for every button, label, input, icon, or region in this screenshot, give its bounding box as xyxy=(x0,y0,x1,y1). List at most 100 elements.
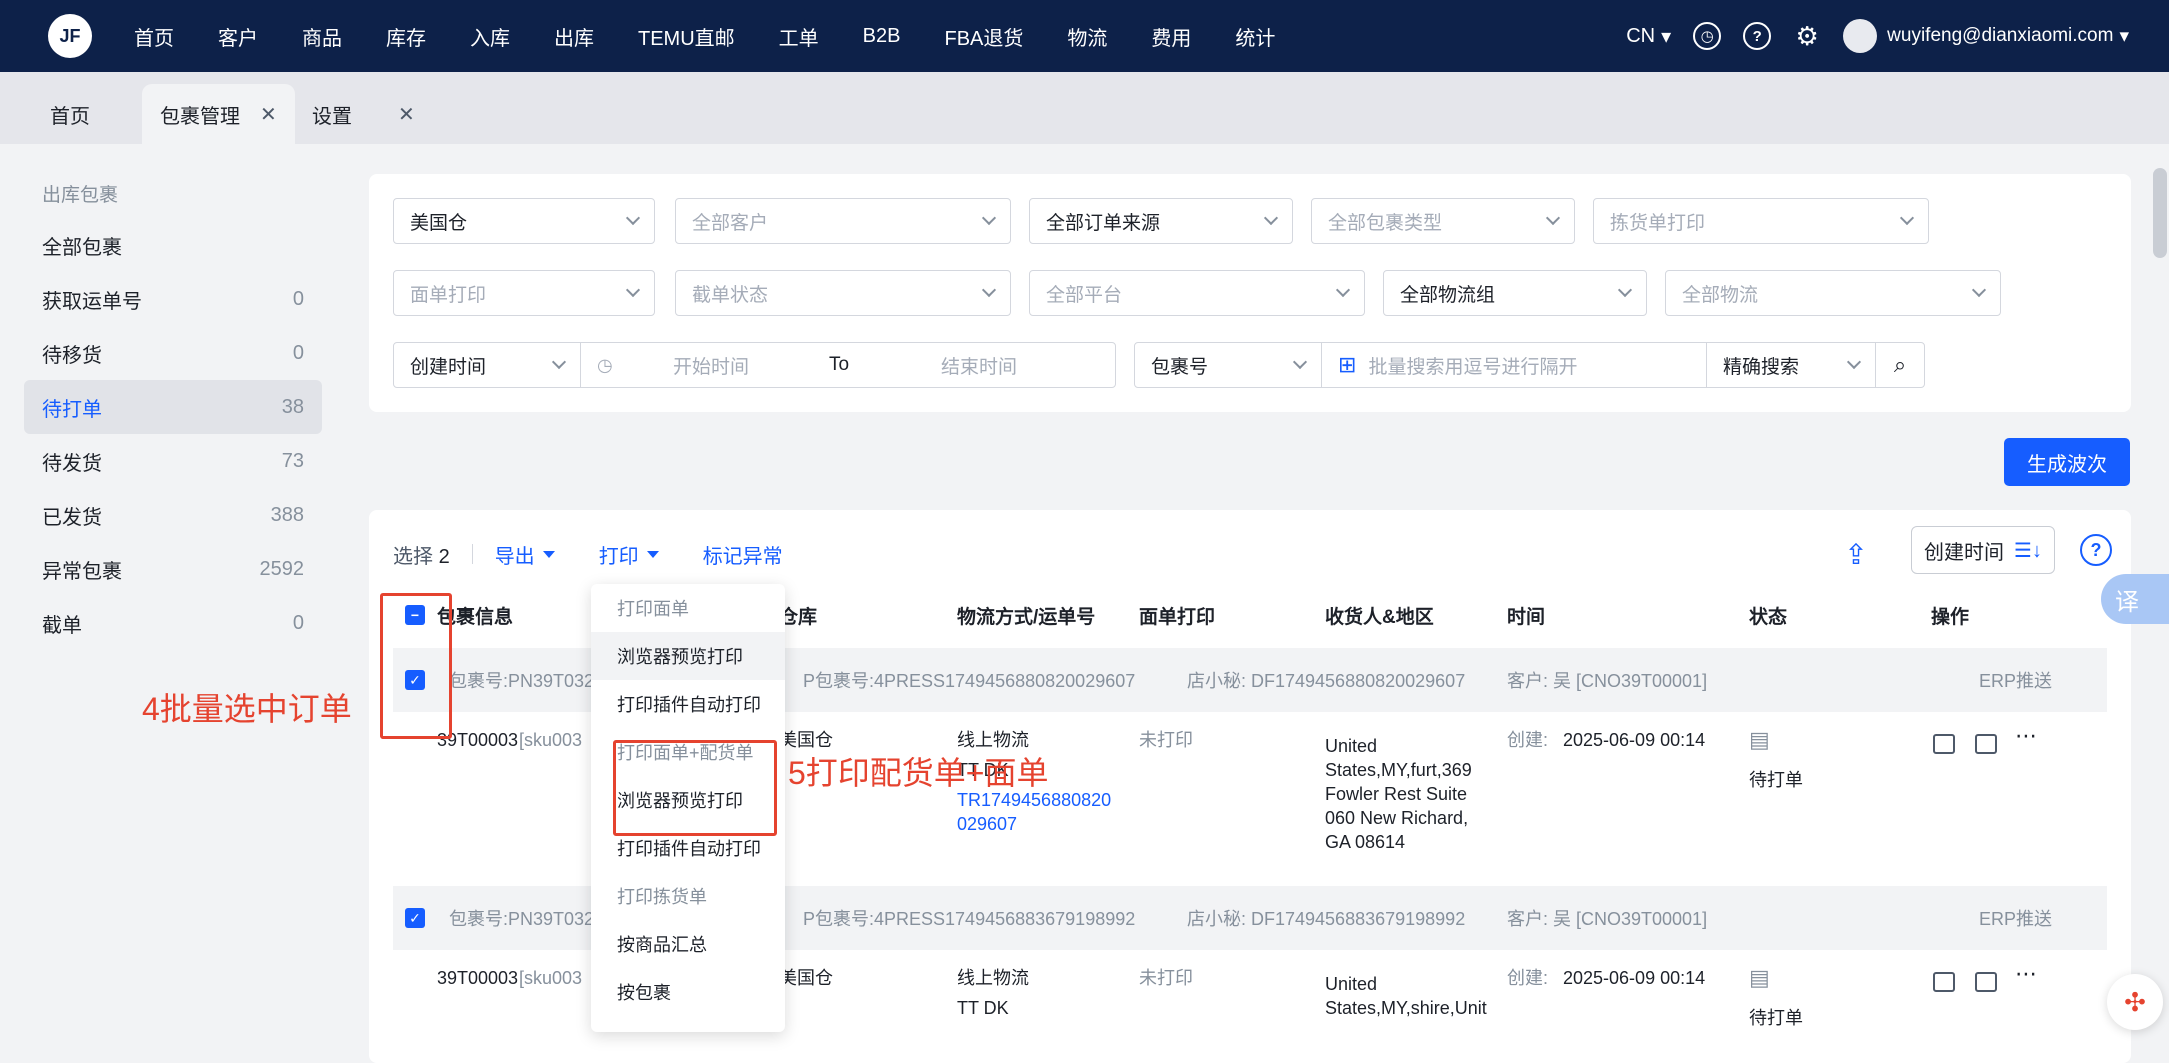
tab-label: 首页 xyxy=(50,105,90,128)
more-icon[interactable]: ⋯ xyxy=(2015,962,2037,986)
sidebar-item-to-move[interactable]: 待移货 0 xyxy=(24,326,322,380)
tab-settings[interactable]: 设置 ✕ xyxy=(312,84,415,144)
print-icon[interactable] xyxy=(1933,972,1955,992)
nav-inventory[interactable]: 库存 xyxy=(386,0,426,72)
nav-fees[interactable]: 费用 xyxy=(1151,0,1191,72)
chevron-down-icon xyxy=(981,282,997,298)
platform-select[interactable]: 全部平台 xyxy=(1029,270,1365,316)
avatar[interactable] xyxy=(1843,19,1878,53)
sidebar-item-intercepted[interactable]: 截单 0 xyxy=(24,596,322,650)
menu-item-by-package[interactable]: 按包裹 xyxy=(591,968,785,1016)
user-menu[interactable]: wuyifeng@dianxiaomi.com ▾ xyxy=(1887,25,2129,48)
sku-name: [sku003 xyxy=(519,968,583,988)
annotation-step5: 5打印配货单+面单 xyxy=(788,755,1049,791)
nav-products[interactable]: 商品 xyxy=(302,0,342,72)
date-range-picker[interactable]: ◷ 开始时间 To 结束时间 xyxy=(580,342,1116,388)
menu-item-plugin-auto-print[interactable]: 打印插件自动打印 xyxy=(591,680,785,728)
language-switcher[interactable]: CN ▾ xyxy=(1626,24,1671,49)
sidebar-item-count: 0 xyxy=(292,287,304,310)
nav-temu[interactable]: TEMU直邮 xyxy=(638,0,735,72)
nav-work-order[interactable]: 工单 xyxy=(779,0,819,72)
page-scrollbar[interactable] xyxy=(2153,168,2167,258)
nav-customers[interactable]: 客户 xyxy=(218,0,258,72)
table-toolbar: 选择 2 导出 打印 标记异常 xyxy=(393,534,827,574)
sidebar-item-to-print[interactable]: 待打单 38 xyxy=(24,380,322,434)
recipient-address: United States,MY,shire,Unit xyxy=(1325,974,1487,1018)
print-label: 打印 xyxy=(598,545,639,568)
assistant-fab-icon[interactable]: ✣ xyxy=(2107,974,2163,1030)
menu-item-by-product[interactable]: 按商品汇总 xyxy=(591,920,785,968)
close-icon[interactable]: ✕ xyxy=(398,102,415,127)
annotation-step4: 4批量选中订单 xyxy=(142,691,352,727)
logistics-select[interactable]: 全部物流 xyxy=(1665,270,2001,316)
help-icon[interactable]: ? xyxy=(2080,534,2112,566)
nav-home[interactable]: 首页 xyxy=(134,0,174,72)
sidebar-item-shipped[interactable]: 已发货 388 xyxy=(24,488,322,542)
tracking-number-link[interactable]: TR1749456880820029607 xyxy=(957,788,1117,836)
clock-icon[interactable]: ◷ xyxy=(1693,22,1722,50)
end-time-input[interactable]: 结束时间 xyxy=(941,352,1017,379)
batch-search-input[interactable]: ⊞ 批量搜索用逗号进行隔开 xyxy=(1321,342,1707,388)
sidebar-item-all[interactable]: 全部包裹 xyxy=(24,218,322,272)
sidebar-item-label: 已发货 xyxy=(42,506,102,529)
tab-bar: 首页 包裹管理 ✕ 设置 ✕ xyxy=(0,72,2169,144)
sidebar-item-to-ship[interactable]: 待发货 73 xyxy=(24,434,322,488)
search-button[interactable]: ⌕ xyxy=(1875,342,1925,388)
time-type-select[interactable]: 创建时间 xyxy=(393,342,581,388)
package-number: 包裹号:PN39T032 xyxy=(449,909,595,929)
package-icon[interactable] xyxy=(1975,972,1997,992)
package-icon[interactable] xyxy=(1975,734,1997,754)
label-print-select[interactable]: 面单打印 xyxy=(393,270,655,316)
nav-b2b[interactable]: B2B xyxy=(863,0,901,72)
customer-select[interactable]: 全部客户 xyxy=(675,198,1011,244)
sku-code: 39T00003 xyxy=(437,968,519,988)
wh-package-number: P包裹号:4PRESS1749456883679198992 xyxy=(803,909,1136,929)
pick-list-print-select[interactable]: 拣货单打印 xyxy=(1593,198,1929,244)
gear-icon[interactable]: ⚙ xyxy=(1793,21,1821,51)
menu-item-browser-preview[interactable]: 浏览器预览打印 xyxy=(591,632,785,680)
menu-group-label: 打印面单 xyxy=(617,599,689,619)
sidebar-item-get-tracking[interactable]: 获取运单号 0 xyxy=(24,272,322,326)
nav-logistics[interactable]: 物流 xyxy=(1067,0,1107,72)
sidebar-item-count: 2592 xyxy=(259,557,305,580)
nav-fba-return[interactable]: FBA退货 xyxy=(944,0,1023,72)
sort-button[interactable]: 创建时间 ☰↓ xyxy=(1911,526,2055,574)
nav-outbound[interactable]: 出库 xyxy=(554,0,594,72)
logistics-type: 线上物流 xyxy=(957,968,1029,988)
close-icon[interactable]: ✕ xyxy=(260,102,277,127)
logistics-group-select[interactable]: 全部物流组 xyxy=(1383,270,1647,316)
sidebar-item-label: 待打单 xyxy=(42,398,102,421)
translate-widget[interactable]: 译 xyxy=(2101,574,2169,624)
sidebar-item-count: 388 xyxy=(270,503,304,526)
nav-stats[interactable]: 统计 xyxy=(1235,0,1275,72)
wh-package-number: P包裹号:4PRESS1749456880820029607 xyxy=(803,671,1136,691)
upload-icon[interactable]: ⇪ xyxy=(1836,534,1876,574)
app-logo[interactable]: JF xyxy=(48,14,92,58)
export-dropdown[interactable]: 导出 xyxy=(495,540,555,569)
intercept-status-select[interactable]: 截单状态 xyxy=(675,270,1011,316)
row-checkbox[interactable]: ✓ xyxy=(405,908,425,928)
sidebar-item-abnormal[interactable]: 异常包裹 2592 xyxy=(24,542,322,596)
chevron-down-icon xyxy=(1971,282,1987,298)
mark-abnormal-button[interactable]: 标记异常 xyxy=(703,540,783,569)
export-label: 导出 xyxy=(494,545,535,568)
nav-inbound[interactable]: 入库 xyxy=(470,0,510,72)
help-icon[interactable]: ? xyxy=(1743,22,1772,50)
search-placeholder: 批量搜索用逗号进行隔开 xyxy=(1368,356,1578,378)
customer-info: 客户: 吴 [CNO39T00001] xyxy=(1507,671,1708,691)
tab-home[interactable]: 首页 xyxy=(50,84,90,144)
search-mode-select[interactable]: 精确搜索 xyxy=(1706,342,1876,388)
print-dropdown[interactable]: 打印 xyxy=(599,540,659,569)
created-label: 创建: xyxy=(1507,968,1549,988)
start-time-input[interactable]: 开始时间 xyxy=(673,352,749,379)
warehouse-select[interactable]: 美国仓 xyxy=(393,198,655,244)
select-value: 拣货单打印 xyxy=(1610,212,1706,234)
sidebar: 出库包裹 全部包裹 获取运单号 0 待移货 0 待打单 38 待发货 73 已发货 388… xyxy=(24,168,322,650)
generate-wave-button[interactable]: 生成波次 xyxy=(2004,438,2130,486)
package-type-select[interactable]: 全部包裹类型 xyxy=(1311,198,1575,244)
order-source-select[interactable]: 全部订单来源 xyxy=(1029,198,1293,244)
print-icon[interactable] xyxy=(1933,734,1955,754)
tab-package-management[interactable]: 包裹管理 ✕ xyxy=(142,84,295,144)
more-icon[interactable]: ⋯ xyxy=(2015,724,2037,748)
search-field-select[interactable]: 包裹号 xyxy=(1134,342,1322,388)
